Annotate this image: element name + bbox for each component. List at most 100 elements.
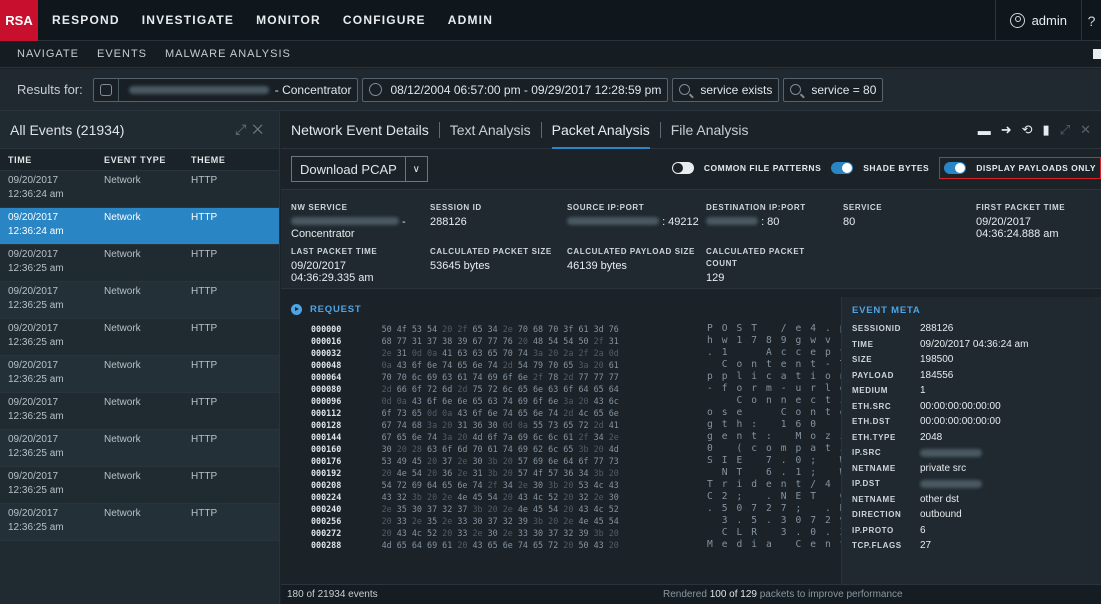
- service: SERVICE 80: [843, 202, 882, 228]
- tab-packet-analysis[interactable]: Packet Analysis: [551, 111, 650, 149]
- event-row[interactable]: 09/20/2017 12:36:25 am Network HTTP: [0, 393, 279, 430]
- switch-on[interactable]: [944, 162, 967, 174]
- event-row[interactable]: 09/20/2017 12:36:24 am Network HTTP: [0, 208, 279, 245]
- tab-network-event-details[interactable]: Network Event Details: [291, 122, 439, 138]
- meta-key: DIRECTION: [852, 510, 902, 520]
- clock-icon: [369, 83, 383, 96]
- meta-value[interactable]: 00:00:00:00:00:00: [920, 401, 1001, 412]
- event-row[interactable]: 09/20/2017 12:36:24 am Network HTTP: [0, 171, 279, 208]
- toggle-label: DISPLAY PAYLOADS ONLY: [976, 163, 1096, 173]
- meta-value[interactable]: 1: [920, 385, 926, 396]
- forward-icon[interactable]: ➜: [1001, 122, 1012, 138]
- meta-key: PAYLOAD: [852, 370, 894, 380]
- meta-key: ETH.DST: [852, 417, 891, 427]
- nav-configure[interactable]: CONFIGURE: [343, 13, 426, 27]
- filter-pill-service-exists[interactable]: service exists: [672, 77, 780, 102]
- hex-row: 000272 20 43 4c 52 20 33 2e 30 2e 33 30 …: [311, 527, 619, 539]
- meta-value: 04:36:24.888 am: [976, 228, 1059, 240]
- meta-key: MEDIUM: [852, 386, 889, 396]
- time-range-pill[interactable]: 08/12/2004 06:57:00 pm - 09/29/2017 12:2…: [362, 77, 669, 102]
- event-row[interactable]: 09/20/2017 12:36:25 am Network HTTP: [0, 504, 279, 541]
- request-header[interactable]: REQUEST: [281, 297, 362, 321]
- switch-off[interactable]: [671, 162, 694, 174]
- meta-value[interactable]: private src: [920, 463, 966, 474]
- subnav-navigate[interactable]: NAVIGATE: [17, 48, 79, 60]
- nav-admin[interactable]: ADMIN: [448, 13, 493, 27]
- meta-value[interactable]: 184556: [920, 370, 953, 381]
- meta-value[interactable]: 6: [920, 525, 926, 536]
- event-row[interactable]: 09/20/2017 12:36:25 am Network HTTP: [0, 282, 279, 319]
- tab-text-analysis[interactable]: Text Analysis: [440, 122, 541, 138]
- hex-bytes: 67 74 68 3a 20 31 36 30 0d 0a 55 73 65 7…: [381, 420, 619, 430]
- switch-on[interactable]: [831, 162, 854, 174]
- event-detail-panel: Network Event Details Text Analysis Pack…: [281, 111, 1101, 604]
- event-type: Network: [104, 249, 141, 260]
- event-theme: HTTP: [191, 397, 218, 408]
- meta-value[interactable]: 09/20/2017 04:36:24 am: [920, 339, 1028, 350]
- layout-icon[interactable]: ▬: [978, 123, 991, 138]
- help-icon[interactable]: ?: [1081, 0, 1101, 41]
- event-time: 09/20/2017 12:36:25 am: [0, 433, 94, 461]
- detail-footer: 180 of 21934 events Rendered 100 of 129 …: [281, 584, 1101, 604]
- source-ip-port: SOURCE IP:PORT : 49212: [567, 202, 699, 228]
- back-icon[interactable]: ⟲: [1022, 122, 1033, 138]
- meta-row: SIZE 198500: [842, 352, 1101, 368]
- event-row[interactable]: 09/20/2017 12:36:25 am Network HTTP: [0, 245, 279, 282]
- meta-key: ETH.TYPE: [852, 432, 896, 442]
- expand-close-icons[interactable]: ⤢✕: [235, 121, 269, 138]
- meta-value[interactable]: outbound: [920, 509, 962, 520]
- nav-monitor[interactable]: MONITOR: [256, 13, 321, 27]
- meta-value[interactable]: 27: [920, 540, 931, 551]
- hex-row: 000016 68 77 31 37 38 39 67 77 76 20 48 …: [311, 335, 619, 347]
- nav-investigate[interactable]: INVESTIGATE: [142, 13, 234, 27]
- event-theme: HTTP: [191, 323, 218, 334]
- user-icon: [1009, 13, 1025, 28]
- meta-value[interactable]: 2048: [920, 432, 942, 443]
- chevron-down-icon[interactable]: ∨: [404, 157, 427, 181]
- hex-bytes: 0a 43 6f 6e 74 65 6e 74 2d 54 79 70 65 3…: [381, 360, 619, 370]
- tab-file-analysis[interactable]: File Analysis: [661, 122, 759, 138]
- meta-value[interactable]: 198500: [920, 354, 953, 365]
- panel-toggle-icon[interactable]: [1093, 49, 1101, 59]
- panel-icon[interactable]: ▮: [1043, 122, 1050, 138]
- event-clock: 12:36:24 am: [8, 226, 64, 237]
- meta-value[interactable]: other dst: [920, 494, 959, 505]
- expand-icon[interactable]: ⤢: [1060, 122, 1070, 138]
- meta-key: NETNAME: [852, 463, 896, 473]
- download-pcap-dropdown[interactable]: Download PCAP ∨: [291, 156, 428, 182]
- meta-value[interactable]: 00:00:00:00:00:00: [920, 416, 1001, 427]
- meta-value: 80: [843, 216, 856, 228]
- filter-pill-service-80[interactable]: service = 80: [783, 77, 884, 102]
- download-pcap-button[interactable]: Download PCAP: [292, 162, 405, 177]
- toggle-common-file-patterns[interactable]: COMMON FILE PATTERNS: [671, 162, 821, 174]
- meta-value[interactable]: 288126: [920, 323, 953, 334]
- filter-text-2: service = 80: [811, 82, 877, 97]
- nav-respond[interactable]: RESPOND: [52, 13, 120, 27]
- event-row[interactable]: 09/20/2017 12:36:25 am Network HTTP: [0, 356, 279, 393]
- toggle-shade-bytes[interactable]: SHADE BYTES: [831, 162, 929, 174]
- col-time[interactable]: TIME: [0, 155, 94, 165]
- packet-toolbar: Download PCAP ∨ COMMON FILE PATTERNS SHA…: [281, 149, 1101, 189]
- events-panel-title: All Events (21934): [10, 121, 125, 138]
- hex-row: 000000 50 4f 53 54 20 2f 65 34 2e 70 68 …: [311, 323, 619, 335]
- toggle-display-payloads-only[interactable]: DISPLAY PAYLOADS ONLY: [939, 157, 1101, 179]
- subnav-malware-analysis[interactable]: MALWARE ANALYSIS: [165, 48, 291, 60]
- event-row[interactable]: 09/20/2017 12:36:25 am Network HTTP: [0, 467, 279, 504]
- event-row[interactable]: 09/20/2017 12:36:25 am Network HTTP: [0, 319, 279, 356]
- event-date: 09/20/2017: [8, 286, 59, 297]
- event-date: 09/20/2017: [8, 249, 59, 260]
- event-row[interactable]: 09/20/2017 12:36:25 am Network HTTP: [0, 430, 279, 467]
- hex-offset: 000192: [311, 468, 342, 478]
- subnav-events[interactable]: EVENTS: [97, 48, 147, 60]
- meta-row: IP.DST: [842, 476, 1101, 492]
- service-pill[interactable]: - Concentrator: [92, 77, 359, 102]
- col-event-type[interactable]: EVENT TYPE: [94, 155, 181, 165]
- hex-offset: 000064: [311, 372, 342, 382]
- close-icon[interactable]: ✕: [1080, 122, 1091, 138]
- user-menu[interactable]: admin: [996, 13, 1081, 28]
- col-theme[interactable]: THEME: [181, 155, 261, 165]
- meta-key: SOURCE IP:PORT: [567, 203, 645, 212]
- event-clock: 12:36:25 am: [8, 485, 64, 496]
- event-type: Network: [104, 360, 141, 371]
- meta-key: IP.SRC: [852, 448, 882, 458]
